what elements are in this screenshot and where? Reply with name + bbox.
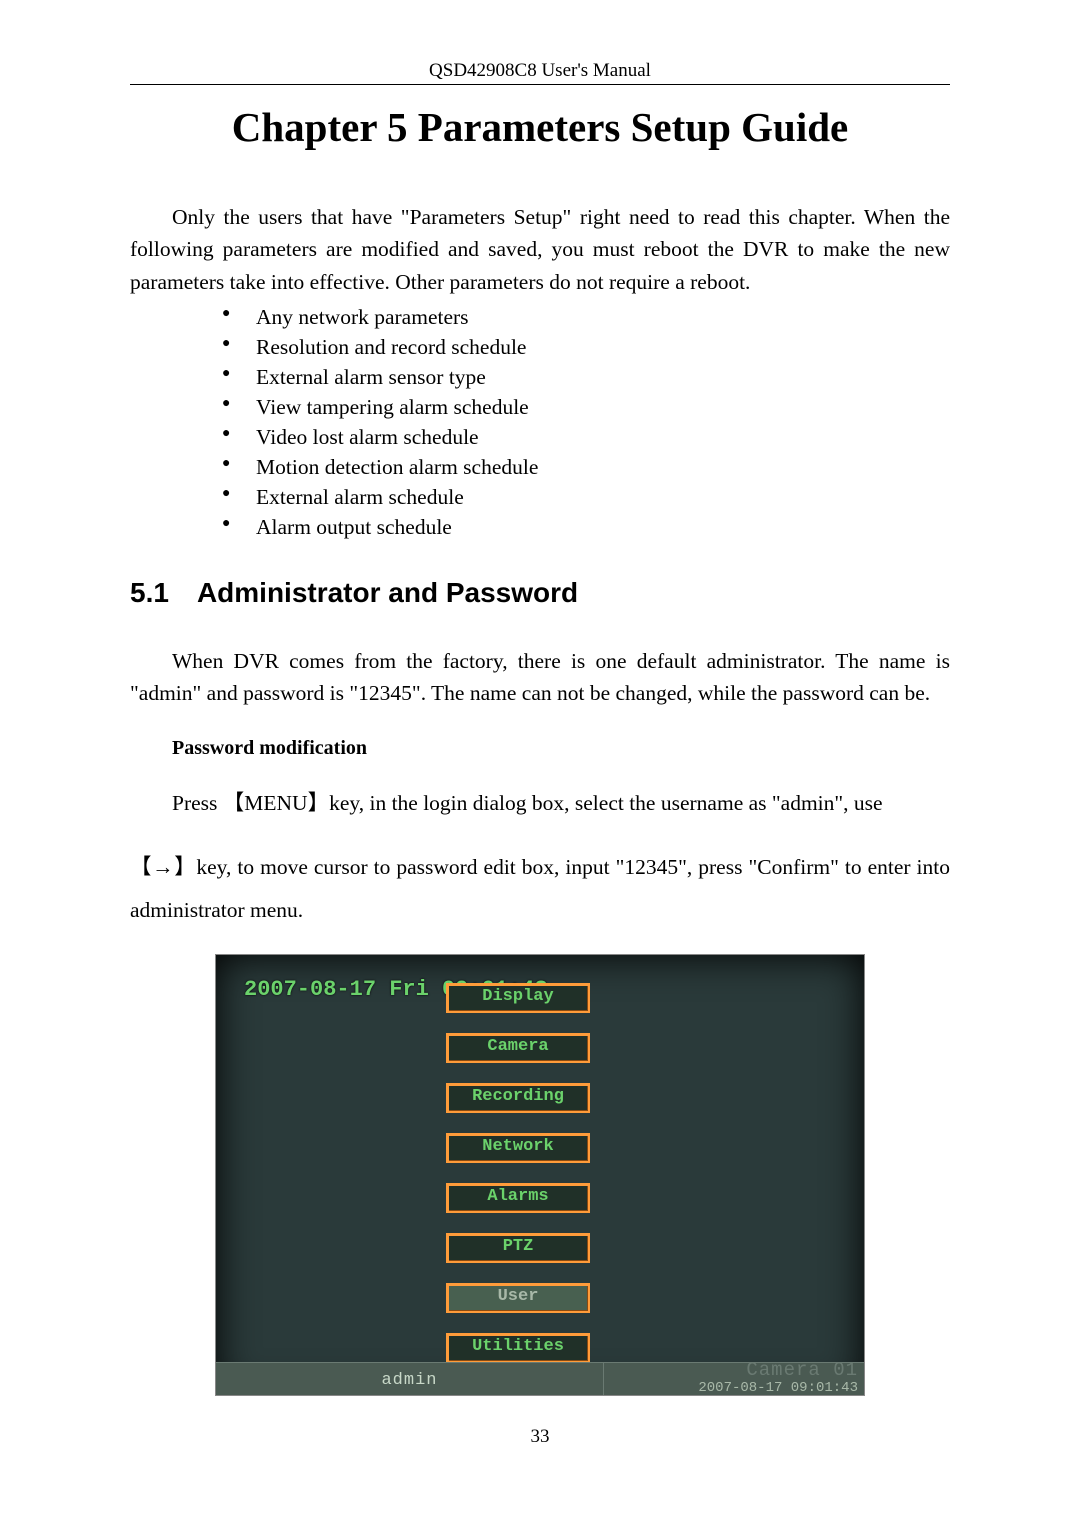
running-header: QSD42908C8 User's Manual [130,60,950,85]
menu-button-utilities[interactable]: Utilities [446,1333,590,1363]
menu-button-recording[interactable]: Recording [446,1083,590,1113]
menu-button-display[interactable]: Display [446,983,590,1013]
screenshot-menu: Display Camera Recording Network Alarms … [446,983,590,1363]
screenshot-footer: admin Camera 01 2007-08-17 09:01:43 [216,1362,864,1395]
menu-button-camera[interactable]: Camera [446,1033,590,1063]
menu-button-user[interactable]: User [446,1283,590,1313]
menu-button-alarms[interactable]: Alarms [446,1183,590,1213]
reboot-param-list: Any network parameters Resolution and re… [222,302,950,543]
section-paragraph: When DVR comes from the factory, there i… [130,645,950,710]
list-item: View tampering alarm schedule [222,392,950,422]
section-title: Administrator and Password [197,577,578,608]
chapter-title: Chapter 5 Parameters Setup Guide [130,103,950,151]
list-item: Resolution and record schedule [222,332,950,362]
screenshot-footer-camera: Camera 01 [610,1360,858,1381]
list-item: External alarm schedule [222,482,950,512]
page-number: 33 [130,1426,950,1448]
section-heading: 5.1 Administrator and Password [130,577,950,609]
list-item: External alarm sensor type [222,362,950,392]
password-para-1: Press 【MENU】key, in the login dialog box… [130,782,950,825]
screenshot-footer-right: Camera 01 2007-08-17 09:01:43 [603,1363,864,1395]
list-item: Video lost alarm schedule [222,422,950,452]
password-para-2: 【→】key, to move cursor to password edit … [130,846,950,932]
section-number: 5.1 [130,577,169,609]
list-item: Any network parameters [222,302,950,332]
list-item: Motion detection alarm schedule [222,452,950,482]
menu-button-ptz[interactable]: PTZ [446,1233,590,1263]
screenshot-footer-time: 2007-08-17 09:01:43 [610,1381,858,1396]
intro-paragraph: Only the users that have "Parameters Set… [130,201,950,298]
admin-menu-screenshot: 2007-08-17 Fri 09:01:43 Display Camera R… [215,954,865,1396]
sub-heading-password-modification: Password modification [172,737,950,760]
menu-button-network[interactable]: Network [446,1133,590,1163]
screenshot-footer-user: admin [216,1363,603,1395]
list-item: Alarm output schedule [222,512,950,542]
